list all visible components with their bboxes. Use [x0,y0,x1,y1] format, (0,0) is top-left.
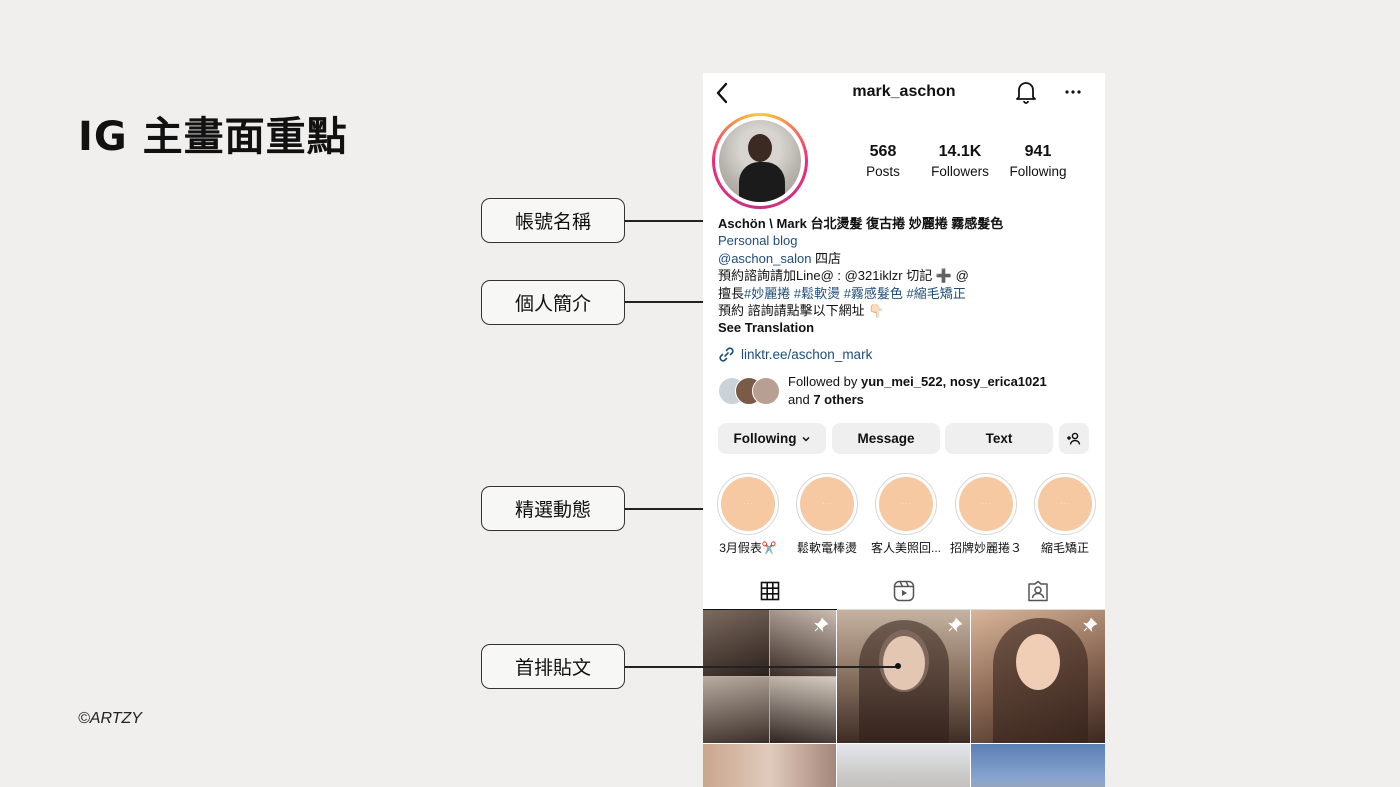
profile-bio: Aschön \ Mark 台北燙髮 復古捲 妙麗捲 霧感髮色 Personal… [718,215,1098,337]
link-icon [719,347,734,362]
stat-posts[interactable]: 568 Posts [843,143,923,179]
highlight-cover: · · · [959,477,1013,531]
bio-line-mention: @aschon_salon 四店 [718,250,1098,267]
post-thumbnail[interactable] [971,744,1105,787]
avatar [752,377,780,405]
more-horizontal-icon[interactable] [1063,82,1083,102]
add-person-icon [1067,432,1081,445]
post-thumbnail[interactable] [971,610,1105,743]
post-thumbnail[interactable] [837,610,970,743]
slide-title: IG 主畫面重點 [78,114,348,160]
account-category: Personal blog [718,233,798,249]
highlight-label: 鬆軟電棒燙 [796,541,857,555]
callout-leader [625,508,708,510]
followed-by-label: Followed by [788,374,861,389]
stat-following[interactable]: 941 Following [998,143,1078,179]
hashtag-links[interactable]: #妙麗捲 #鬆軟燙 #霧感髮色 #縮毛矯正 [744,286,966,301]
callout-leader [625,666,898,668]
story-highlight[interactable]: · · · 客人美照回... [871,473,941,556]
bio-line-tags: 擅長#妙麗捲 #鬆軟燙 #霧感髮色 #縮毛矯正 [718,285,1098,302]
story-highlight[interactable]: · · · 縮毛矯正 [1032,473,1098,556]
stat-value: 941 [1024,143,1052,160]
pin-icon [1082,617,1098,633]
following-label: Following [733,431,797,446]
bio-text: 四店 [811,250,842,266]
highlight-label: 客人美照回... [870,541,941,555]
reels-icon [893,580,915,602]
profile-avatar[interactable] [712,113,808,209]
message-button[interactable]: Message [832,423,940,454]
callout-dot [895,663,901,669]
followed-by-others: 7 others [813,391,864,407]
highlight-cover: · · · [721,477,775,531]
stat-value: 14.1K [938,143,982,160]
highlight-cover: · · · [879,477,933,531]
post-thumbnail[interactable] [837,744,970,787]
pin-icon [947,617,963,633]
callout-bio: 個人簡介 [481,280,625,325]
text-label: Text [985,431,1013,446]
message-label: Message [857,431,915,446]
instagram-profile-screen: mark_aschon 568 Posts 14.1K Followers 94… [703,73,1105,787]
bio-text: 擅長 [718,285,745,301]
post-thumbnail[interactable] [703,744,836,787]
text-button[interactable]: Text [945,423,1053,454]
followed-by-names: yun_mei_522, nosy_erica1021 [860,374,1047,389]
highlight-cover: · · · [1038,477,1092,531]
highlight-cover: · · · [800,477,854,531]
callout-highlights: 精選動態 [481,486,625,531]
callout-leader [625,301,708,303]
add-person-button[interactable] [1059,423,1089,454]
website-url: linktr.ee/aschon_mark [741,347,873,362]
tagged-icon [1028,580,1048,602]
following-button[interactable]: Following [718,423,826,454]
followed-by-text[interactable]: Followed by yun_mei_522, nosy_erica1021 … [788,373,1088,408]
copyright-credit: ©ARTZY [78,710,142,727]
profile-tabs [703,573,1105,610]
highlight-label: 招牌妙麗捲３ [949,541,1022,555]
stat-label: Following [1009,164,1067,179]
profile-username: mark_aschon [852,83,956,100]
stat-followers[interactable]: 14.1K Followers [920,143,1000,179]
bell-icon[interactable] [1015,80,1037,104]
website-link[interactable]: linktr.ee/aschon_mark [718,346,872,363]
mention-link[interactable]: @aschon_salon [718,251,811,266]
tab-posts-grid[interactable] [703,573,837,610]
top-bar: mark_aschon [703,73,1105,113]
callout-top-posts: 首排貼文 [481,644,625,689]
highlight-label: 3月假表✂️ [719,541,777,555]
grid-icon [760,581,780,601]
post-thumbnail[interactable] [703,610,836,743]
story-highlight[interactable]: · · · 招牌妙麗捲３ [950,473,1022,556]
stat-value: 568 [869,143,897,160]
followed-by-and: and [788,391,814,407]
bio-line-booking: 預約 諮詢請點擊以下網址 👇🏻 [718,303,885,319]
mutual-followers-avatars[interactable] [718,377,782,405]
chevron-down-icon [801,436,810,442]
callout-account-name: 帳號名稱 [481,198,625,243]
tab-tagged[interactable] [971,573,1105,609]
stat-label: Posts [866,164,900,179]
pin-icon [813,617,829,633]
highlight-label: 縮毛矯正 [1040,541,1089,555]
display-name: Aschön \ Mark 台北燙髮 復古捲 妙麗捲 霧感髮色 [718,216,1004,231]
see-translation-link[interactable]: See Translation [718,319,1098,336]
bio-line-contact: 預約諮詢請加Line@ : @321iklzr 切記 ➕ @ [718,268,969,284]
story-highlight[interactable]: · · · 3月假表✂️ [715,473,781,556]
tab-reels[interactable] [837,573,971,609]
stat-label: Followers [931,164,989,179]
story-highlight[interactable]: · · · 鬆軟電棒燙 [794,473,860,556]
callout-leader [625,220,708,222]
